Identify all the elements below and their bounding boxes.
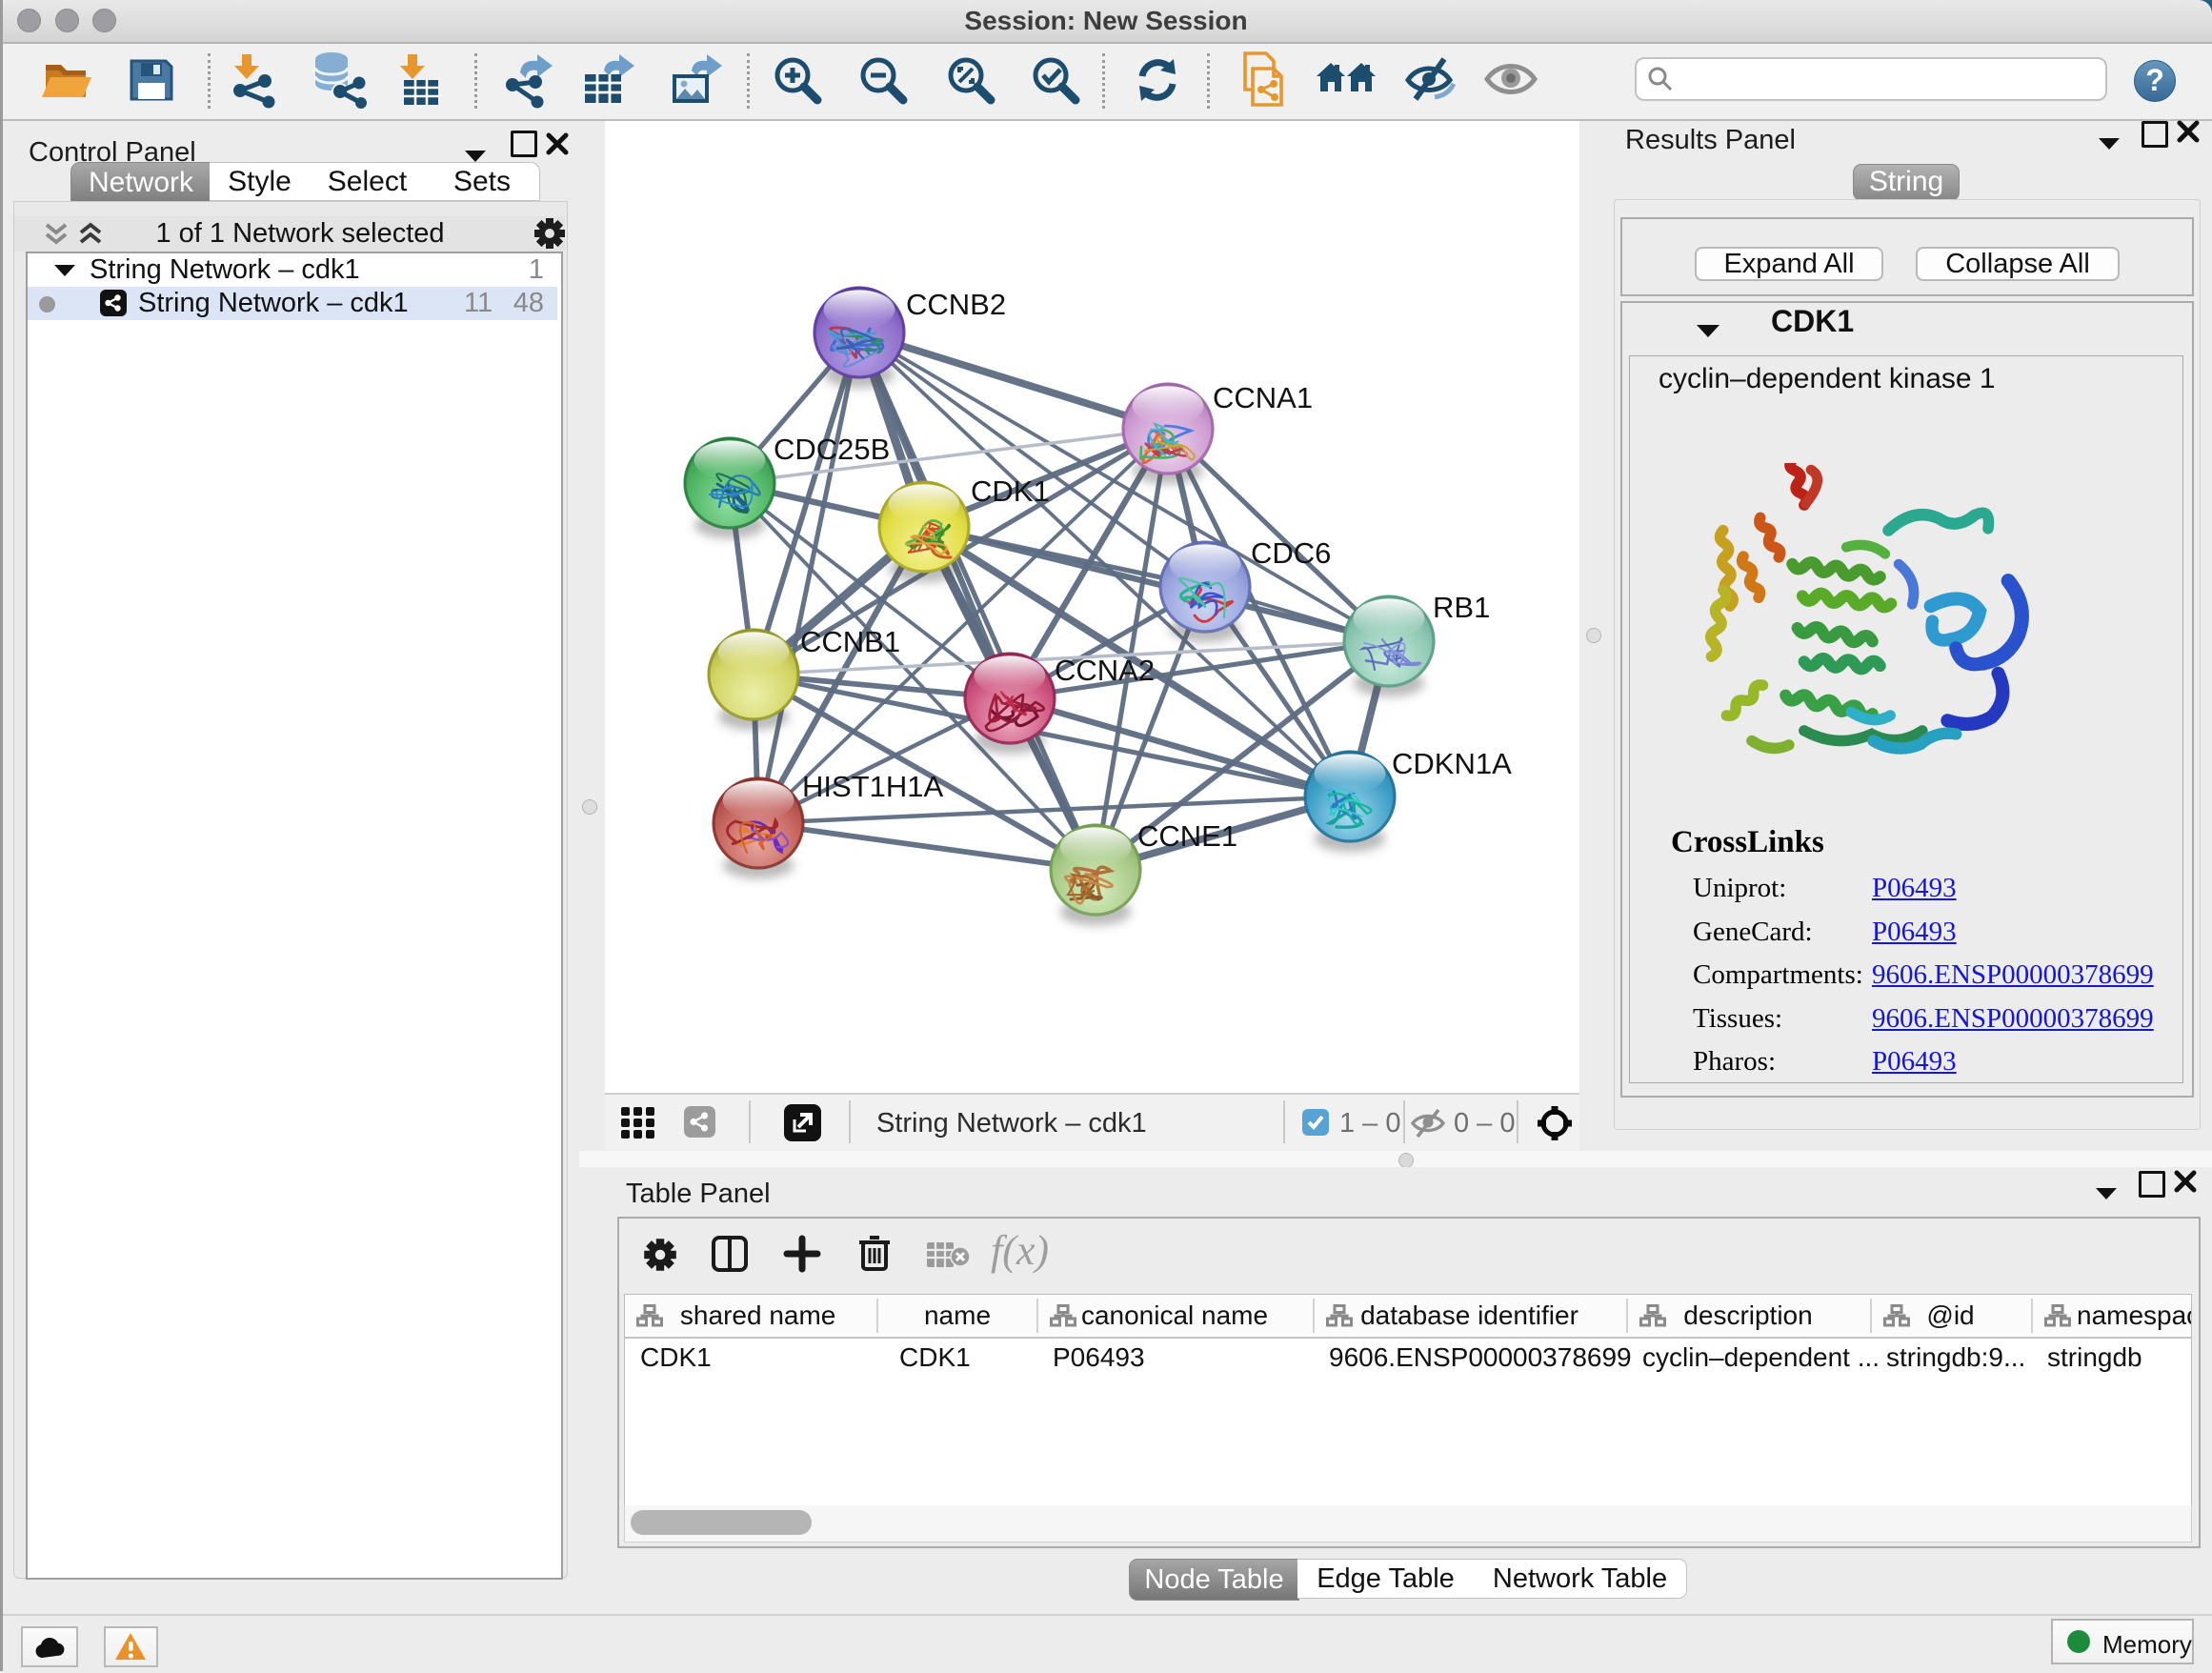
svg-text:CDC6: CDC6 bbox=[1251, 536, 1331, 570]
svg-text:RB1: RB1 bbox=[1433, 591, 1490, 624]
svg-text:CCNB1: CCNB1 bbox=[800, 625, 900, 658]
svg-text:CDK1: CDK1 bbox=[971, 474, 1050, 508]
svg-text:CDKN1A: CDKN1A bbox=[1392, 747, 1512, 780]
svg-text:HIST1H1A: HIST1H1A bbox=[802, 770, 943, 803]
svg-text:CCNB2: CCNB2 bbox=[906, 288, 1006, 321]
svg-text:CCNA1: CCNA1 bbox=[1213, 381, 1313, 414]
svg-text:CCNA2: CCNA2 bbox=[1055, 654, 1155, 687]
svg-text:CCNE1: CCNE1 bbox=[1137, 819, 1237, 853]
svg-text:CDC25B: CDC25B bbox=[774, 433, 890, 466]
